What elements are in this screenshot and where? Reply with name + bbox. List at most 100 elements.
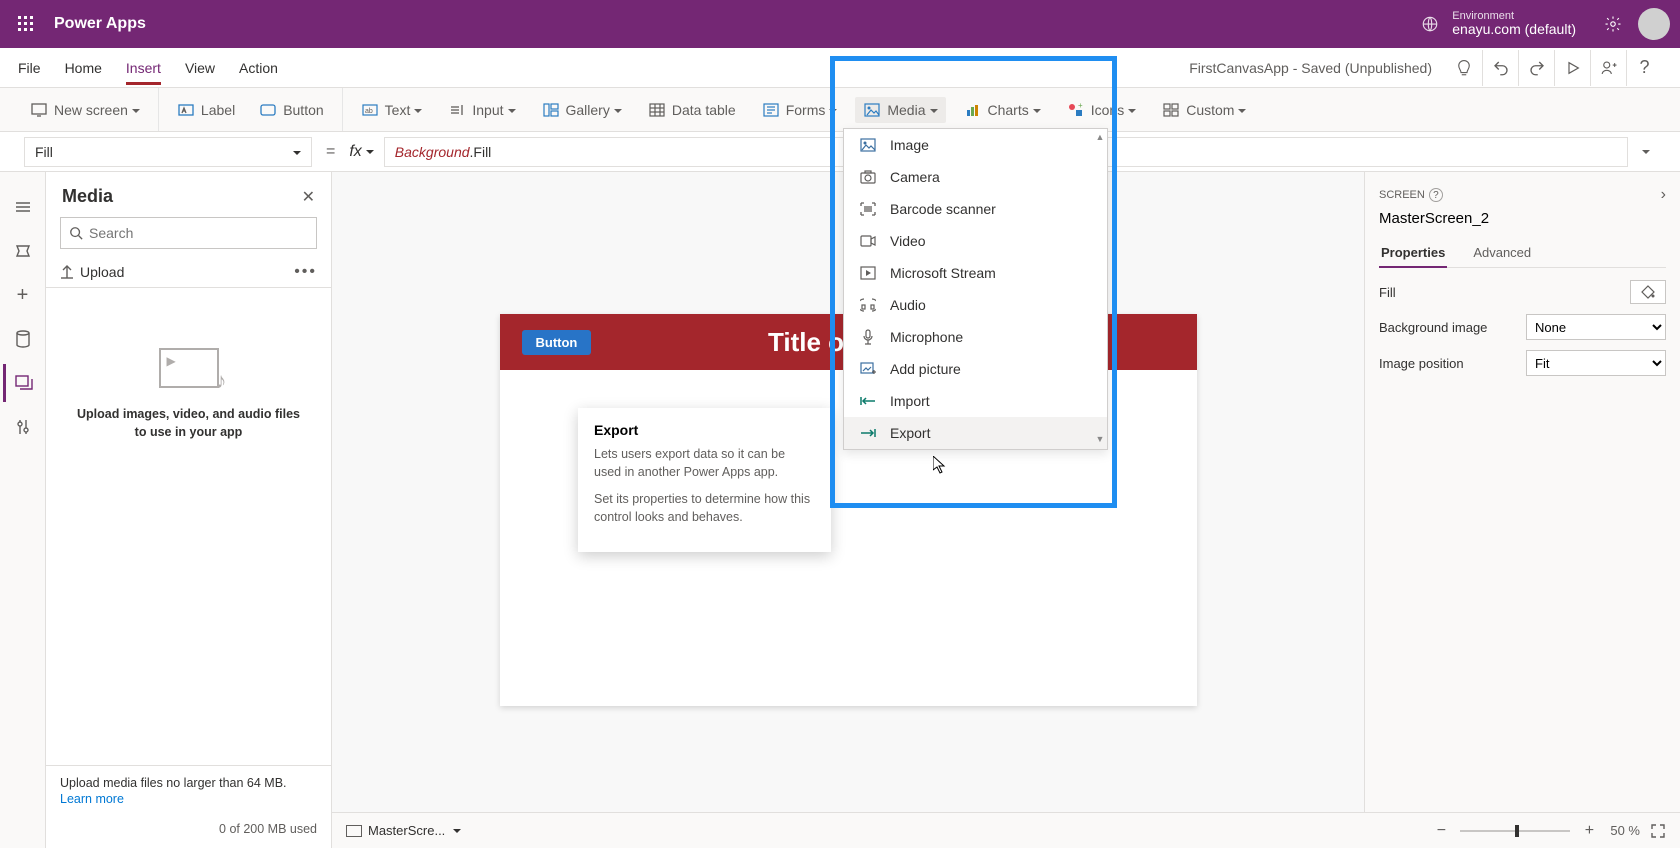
dd-item-audio[interactable]: Audio xyxy=(844,289,1107,321)
dd-item-label: Export xyxy=(890,425,930,441)
dd-item-image[interactable]: Image xyxy=(844,129,1107,161)
fx-button[interactable]: fx xyxy=(349,143,373,161)
microphone-icon xyxy=(858,329,878,345)
redo-icon[interactable] xyxy=(1518,50,1554,86)
menu-insert[interactable]: Insert xyxy=(126,52,161,84)
learn-more-link[interactable]: Learn more xyxy=(60,792,317,806)
tooltip-title: Export xyxy=(594,422,815,438)
media-search-input[interactable] xyxy=(60,217,317,249)
menu-action[interactable]: Action xyxy=(239,52,278,84)
zoom-out-button[interactable]: − xyxy=(1430,822,1452,840)
screen-label: SCREEN ? xyxy=(1379,188,1443,202)
image-icon xyxy=(858,138,878,152)
table-icon xyxy=(648,101,666,119)
media-search-field[interactable] xyxy=(89,225,308,241)
import-icon xyxy=(858,396,878,406)
dd-item-import[interactable]: Import xyxy=(844,385,1107,417)
property-name: Fill xyxy=(35,144,53,160)
image-position-select[interactable]: Fit xyxy=(1526,350,1666,376)
settings-icon[interactable] xyxy=(1596,15,1630,33)
dd-item-label: Image xyxy=(890,137,929,153)
dd-item-label: Microsoft Stream xyxy=(890,265,996,281)
input-dropdown[interactable]: Input xyxy=(440,97,523,123)
menu-view[interactable]: View xyxy=(185,52,215,84)
label-button[interactable]: Label xyxy=(169,97,243,123)
svg-text:ab: ab xyxy=(365,108,373,115)
help-icon[interactable]: ? xyxy=(1626,50,1662,86)
fit-to-screen-icon[interactable] xyxy=(1650,823,1666,839)
environment-selector[interactable]: Environment enayu.com (default) xyxy=(1416,10,1576,38)
icons-dropdown[interactable]: + Icons xyxy=(1059,97,1144,123)
bg-image-label: Background image xyxy=(1379,320,1487,335)
media-empty-text: Upload images, video, and audio files to… xyxy=(46,406,331,441)
barcode-icon xyxy=(858,202,878,216)
charts-icon xyxy=(964,101,982,119)
rail-insert[interactable]: + xyxy=(3,276,43,314)
screen-selector-label: MasterScre... xyxy=(368,823,445,838)
button-button[interactable]: Button xyxy=(251,97,331,123)
label-icon xyxy=(177,101,195,119)
tab-properties[interactable]: Properties xyxy=(1379,239,1447,268)
rail-data[interactable] xyxy=(3,320,43,358)
forms-dropdown[interactable]: Forms xyxy=(754,97,846,123)
custom-icon xyxy=(1162,101,1180,119)
bg-image-select[interactable]: None xyxy=(1526,314,1666,340)
media-dropdown-btn[interactable]: Media xyxy=(855,97,945,123)
custom-label: Custom xyxy=(1186,102,1234,118)
dd-item-microphone[interactable]: Microphone xyxy=(844,321,1107,353)
input-icon xyxy=(448,101,466,119)
dd-item-video[interactable]: Video xyxy=(844,225,1107,257)
undo-icon[interactable] xyxy=(1482,50,1518,86)
charts-dropdown[interactable]: Charts xyxy=(956,97,1049,123)
upload-label: Upload xyxy=(80,264,124,280)
dd-item-add-picture[interactable]: Add picture xyxy=(844,353,1107,385)
zoom-in-button[interactable]: + xyxy=(1578,822,1600,840)
storage-usage: 0 of 200 MB used xyxy=(60,822,317,836)
gallery-dropdown[interactable]: Gallery xyxy=(534,97,630,123)
info-icon[interactable]: ? xyxy=(1429,188,1443,202)
menu-file[interactable]: File xyxy=(18,52,41,84)
text-dropdown[interactable]: ab Text xyxy=(353,97,431,123)
button-icon xyxy=(259,101,277,119)
app-checker-icon[interactable] xyxy=(1446,50,1482,86)
properties-chevron-icon[interactable]: › xyxy=(1661,186,1666,204)
tab-advanced[interactable]: Advanced xyxy=(1471,239,1533,267)
formula-expand-icon[interactable] xyxy=(1636,143,1656,161)
fill-color-swatch[interactable] xyxy=(1630,280,1666,304)
dd-item-stream[interactable]: Microsoft Stream xyxy=(844,257,1107,289)
chevron-down-icon xyxy=(508,102,516,118)
user-avatar[interactable] xyxy=(1638,8,1670,40)
chevron-down-icon xyxy=(930,102,938,118)
new-screen-button[interactable]: New screen xyxy=(22,97,148,123)
rail-media[interactable] xyxy=(3,364,43,402)
rail-screens[interactable] xyxy=(3,232,43,270)
app-title: Power Apps xyxy=(54,15,146,33)
custom-dropdown[interactable]: Custom xyxy=(1154,97,1254,123)
dd-item-camera[interactable]: Camera xyxy=(844,161,1107,193)
more-icon[interactable]: ••• xyxy=(294,263,317,281)
forms-label: Forms xyxy=(786,102,826,118)
dd-item-export[interactable]: Export xyxy=(844,417,1107,449)
property-selector[interactable]: Fill xyxy=(24,137,312,167)
play-icon[interactable] xyxy=(1554,50,1590,86)
data-table-button[interactable]: Data table xyxy=(640,97,744,123)
icons-label: Icons xyxy=(1091,102,1124,118)
screen-selector[interactable]: MasterScre... xyxy=(346,823,461,838)
menu-home[interactable]: Home xyxy=(65,52,102,84)
rail-advanced-tools[interactable] xyxy=(3,408,43,446)
panel-close-icon[interactable]: ✕ xyxy=(302,187,315,207)
share-icon[interactable] xyxy=(1590,50,1626,86)
screen-icon xyxy=(30,101,48,119)
chevron-down-icon xyxy=(614,102,622,118)
dropdown-scrollbar[interactable]: ▲ ▼ xyxy=(1095,132,1105,446)
dd-item-barcode[interactable]: Barcode scanner xyxy=(844,193,1107,225)
chevron-down-icon xyxy=(453,823,461,838)
waffle-icon[interactable] xyxy=(10,8,42,40)
upload-button[interactable]: Upload xyxy=(60,264,124,280)
dd-item-label: Add picture xyxy=(890,361,961,377)
svg-text:+: + xyxy=(1078,103,1083,110)
export-icon xyxy=(858,428,878,438)
rail-tree-view[interactable] xyxy=(3,188,43,226)
zoom-slider[interactable] xyxy=(1460,830,1570,832)
left-rail: + xyxy=(0,172,46,848)
